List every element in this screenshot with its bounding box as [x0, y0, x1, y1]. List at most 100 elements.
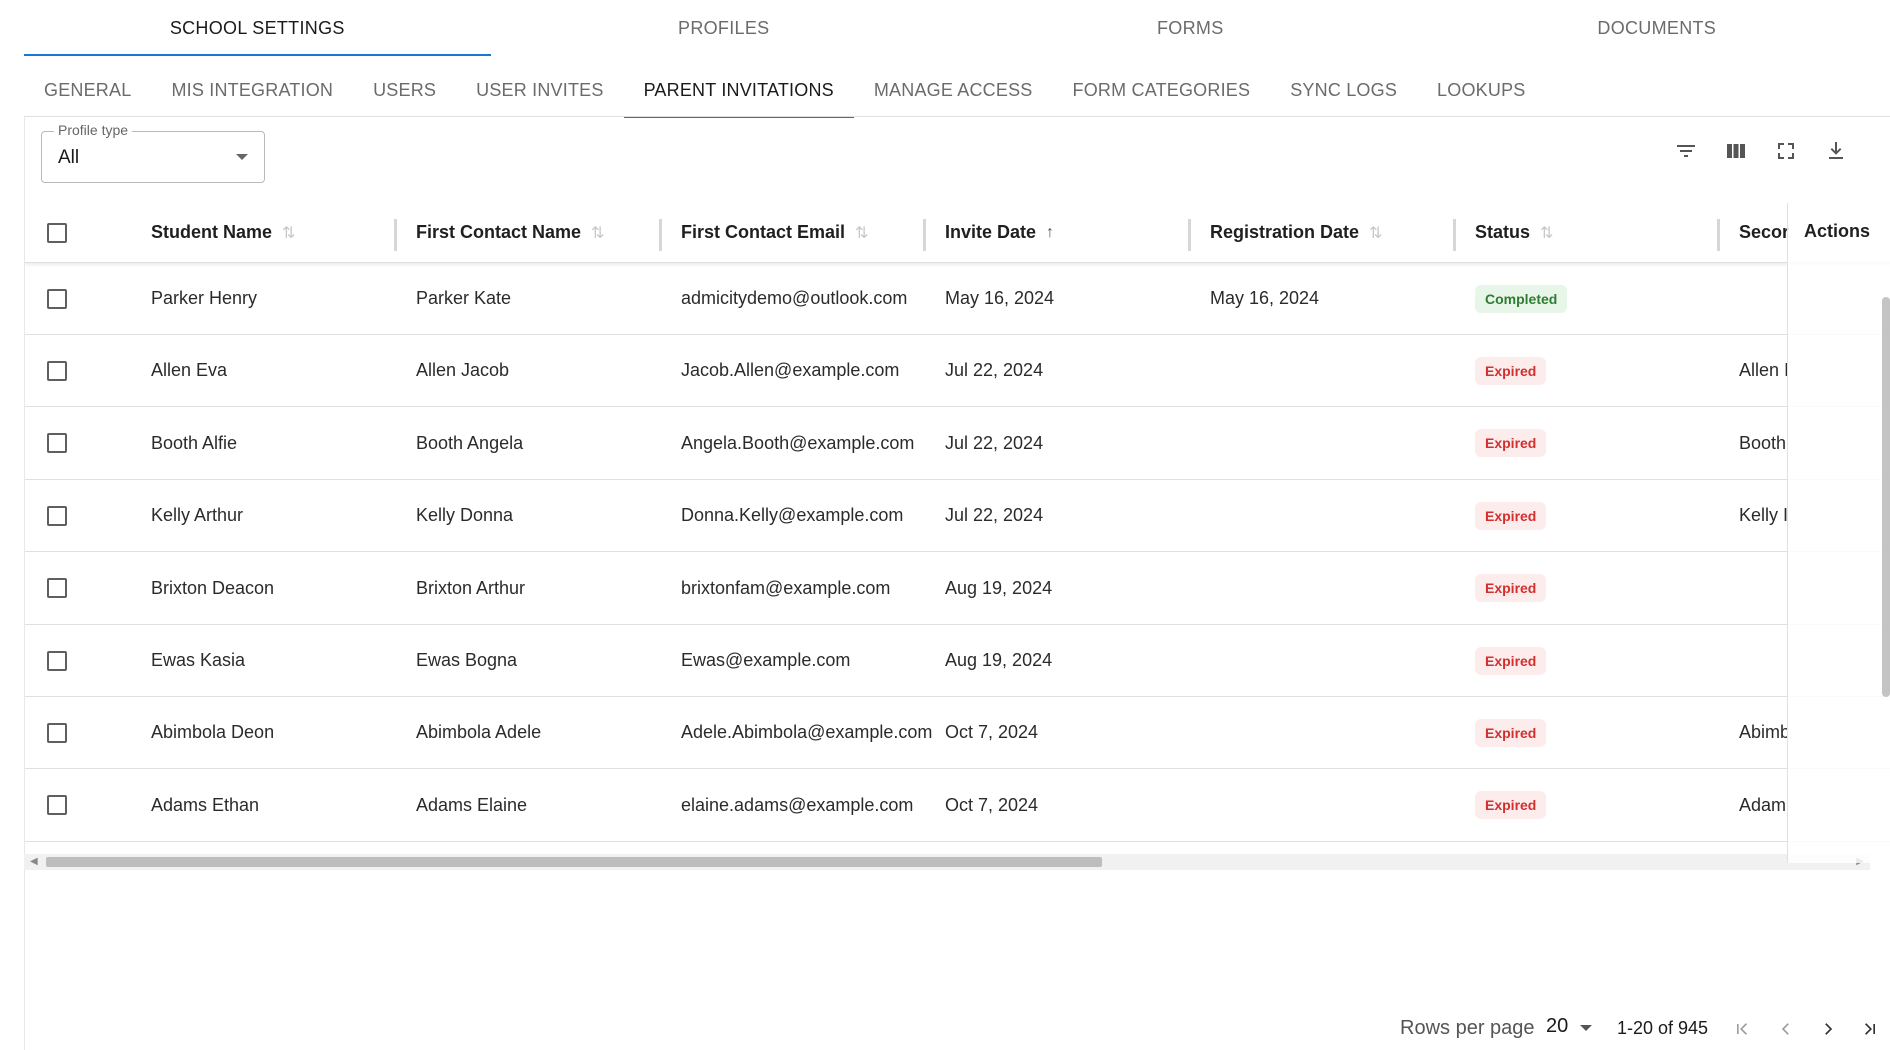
- cell-registration-date: [1210, 697, 1450, 768]
- row-checkbox[interactable]: [47, 650, 67, 671]
- status-badge: Expired: [1475, 718, 1547, 747]
- last-page-icon[interactable]: [1858, 1017, 1882, 1041]
- table-row[interactable]: Allen Eva Allen Jacob Jacob.Allen@example.…: [25, 335, 1890, 408]
- cell-first-contact-name: Parker Kate: [416, 288, 512, 308]
- tab-forms[interactable]: FORMS: [957, 0, 1424, 56]
- cell-first-contact-name: Booth Angela: [416, 432, 524, 453]
- column-resize-handle[interactable]: [923, 219, 926, 251]
- tab-parent-invitations[interactable]: PARENT INVITATIONS: [623, 62, 855, 118]
- tab-documents[interactable]: DOCUMENTS: [1424, 0, 1890, 56]
- filter-icon[interactable]: [1672, 137, 1700, 165]
- row-checkbox[interactable]: [47, 288, 67, 309]
- rows-per-page-select[interactable]: 20: [1546, 1015, 1568, 1038]
- vertical-scrollbar[interactable]: [1882, 297, 1890, 697]
- row-checkbox[interactable]: [47, 360, 67, 381]
- header-status[interactable]: Status ⇅: [1475, 203, 1741, 262]
- row-checkbox[interactable]: [47, 795, 67, 816]
- cell-student-name: Allen Eva: [151, 360, 228, 381]
- cell-second-contact: Adam:: [1739, 794, 1787, 815]
- tab-manage-access[interactable]: MANAGE ACCESS: [854, 62, 1053, 118]
- header-label: Student Name: [151, 222, 273, 242]
- cell-invite-date: Aug 19, 2024: [945, 650, 1053, 670]
- profile-type-select[interactable]: Profile type All: [41, 122, 265, 183]
- column-resize-handle[interactable]: [394, 219, 397, 251]
- column-resize-handle[interactable]: [1717, 219, 1720, 251]
- header-registration-date[interactable]: Registration Date ⇅: [1210, 203, 1476, 262]
- status-badge: Completed: [1475, 284, 1568, 313]
- previous-page-icon[interactable]: [1774, 1017, 1798, 1041]
- caret-down-icon[interactable]: [1580, 1025, 1592, 1031]
- download-icon[interactable]: [1822, 137, 1850, 165]
- cell-student-name: Booth Alfie: [151, 432, 238, 453]
- header-label: Invite Date: [945, 222, 1037, 242]
- header-label: First Contact Email: [681, 222, 846, 242]
- sort-icon[interactable]: ⇅: [282, 223, 295, 243]
- horizontal-scrollbar[interactable]: ◀ ▶: [24, 854, 1870, 870]
- row-checkbox[interactable]: [47, 505, 67, 526]
- sort-icon[interactable]: ⇅: [855, 223, 868, 243]
- tab-general[interactable]: GENERAL: [24, 62, 151, 118]
- rows-per-page-label: Rows per page: [1400, 1017, 1535, 1039]
- tab-sync-logs[interactable]: SYNC LOGS: [1270, 62, 1417, 118]
- profile-type-label: Profile type: [54, 122, 133, 138]
- table-row[interactable]: Adams Ethan Adams Elaine elaine.adams@exam…: [25, 770, 1890, 842]
- table-row[interactable]: Parker Henry Parker Kate admicitydemo@outl…: [25, 263, 1890, 335]
- header-actions: Actions: [1804, 221, 1871, 241]
- header-student-name[interactable]: Student Name ⇅: [151, 203, 417, 262]
- table-row[interactable]: Booth Alfie Booth Angela Angela.Booth@exam…: [25, 408, 1890, 480]
- select-all-checkbox[interactable]: [47, 222, 67, 243]
- tab-profiles[interactable]: PROFILES: [491, 0, 958, 56]
- tab-form-categories[interactable]: FORM CATEGORIES: [1053, 62, 1271, 118]
- table-row[interactable]: Ewas Kasia Ewas Bogna Ewas@example.com Aug …: [25, 625, 1890, 697]
- cell-first-contact-name: Adams Elaine: [416, 794, 528, 815]
- sort-ascending-icon[interactable]: ↑: [1046, 224, 1054, 242]
- header-first-contact-email[interactable]: First Contact Email ⇅: [681, 203, 947, 262]
- status-badge: Expired: [1475, 429, 1547, 458]
- cell-student-name: Ewas Kasia: [151, 650, 246, 670]
- row-checkbox[interactable]: [47, 722, 67, 743]
- sort-icon[interactable]: ⇅: [1369, 223, 1382, 243]
- first-page-icon[interactable]: [1730, 1017, 1754, 1041]
- column-resize-handle[interactable]: [659, 219, 662, 251]
- horizontal-scroll-thumb[interactable]: [46, 857, 1102, 867]
- tab-lookups[interactable]: LOOKUPS: [1417, 62, 1545, 118]
- cell-first-contact-email: Donna.Kelly@example.com: [681, 505, 904, 526]
- row-select-cell: [47, 770, 67, 841]
- cell-status: Expired: [1475, 625, 1547, 696]
- scroll-left-icon[interactable]: ◀: [30, 856, 38, 867]
- row-select-cell: [47, 263, 67, 334]
- tab-users[interactable]: USERS: [353, 62, 456, 118]
- header-invite-date[interactable]: Invite Date ↑: [945, 203, 1211, 262]
- row-checkbox[interactable]: [47, 433, 67, 454]
- fullscreen-icon[interactable]: [1772, 137, 1800, 165]
- tab-mis-integration[interactable]: MIS INTEGRATION: [151, 62, 353, 118]
- table-row[interactable]: Kelly Arthur Kelly Donna Donna.Kelly@examp…: [25, 480, 1890, 553]
- table-row[interactable]: Brixton Deacon Brixton Arthur brixtonfam@e…: [25, 553, 1890, 625]
- tab-school-settings[interactable]: SCHOOL SETTINGS: [24, 0, 491, 56]
- header-label: Status: [1475, 222, 1531, 242]
- row-checkbox[interactable]: [47, 578, 67, 599]
- cell-first-contact-email: Jacob.Allen@example.com: [681, 360, 900, 381]
- next-page-icon[interactable]: [1816, 1017, 1840, 1041]
- cell-registration-date: [1210, 625, 1450, 696]
- sort-icon[interactable]: ⇅: [1540, 223, 1553, 243]
- table-row[interactable]: Abimbola Deon Abimbola Adele Adele.Abimbol…: [25, 697, 1890, 770]
- status-badge: Expired: [1475, 501, 1547, 530]
- columns-icon[interactable]: [1722, 137, 1750, 165]
- cell-invite-date: May 16, 2024: [945, 288, 1055, 308]
- status-badge: Expired: [1475, 646, 1547, 675]
- cell-invite-date: Jul 22, 2024: [945, 432, 1044, 453]
- cell-invite-date: Oct 7, 2024: [945, 722, 1039, 743]
- header-first-contact-name[interactable]: First Contact Name ⇅: [416, 203, 682, 262]
- column-resize-handle[interactable]: [1453, 219, 1456, 251]
- cell-status: Expired: [1475, 697, 1547, 768]
- tab-user-invites[interactable]: USER INVITES: [456, 62, 623, 118]
- sort-icon[interactable]: ⇅: [591, 223, 604, 243]
- cell-status: Expired: [1475, 480, 1547, 551]
- select-all-cell: [47, 203, 67, 262]
- cell-registration-date: [1210, 335, 1450, 406]
- cell-registration-date: [1210, 480, 1450, 551]
- cell-second-contact: [1739, 263, 1787, 334]
- column-resize-handle[interactable]: [1188, 219, 1191, 251]
- cell-first-contact-email: Angela.Booth@example.com: [681, 432, 915, 453]
